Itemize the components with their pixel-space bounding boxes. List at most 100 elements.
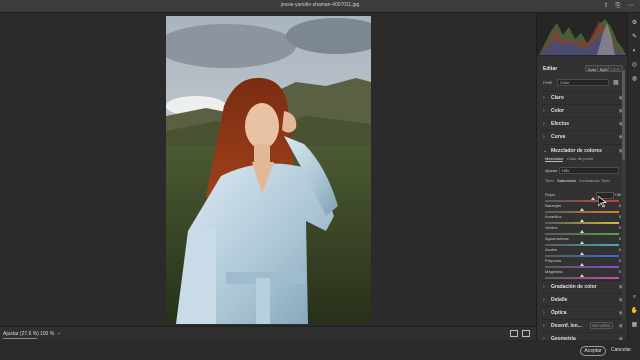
section-label: Óptica xyxy=(551,310,567,316)
zoom-fit-button[interactable]: Ajustar (27,6 %) xyxy=(3,331,39,337)
section-label: Curva xyxy=(551,134,566,140)
slider-value[interactable]: 0 xyxy=(619,214,621,219)
slider-label: Magentas xyxy=(545,269,563,274)
slider-thumb[interactable] xyxy=(580,274,584,277)
slider-track[interactable] xyxy=(545,222,619,224)
edit-title: Editar xyxy=(543,66,558,72)
section-0[interactable]: › Claro ◉ xyxy=(541,91,625,103)
tab-point-color[interactable]: Color de punto xyxy=(567,156,593,161)
photo-preview[interactable] xyxy=(166,16,371,324)
slider-track[interactable] xyxy=(545,200,619,202)
slider-track[interactable] xyxy=(545,233,619,235)
slider-track[interactable] xyxy=(545,277,619,279)
slider-label: Rojos xyxy=(545,192,556,197)
tab-mixer[interactable]: Mezclador xyxy=(545,156,564,162)
subtab-luminance[interactable]: Luminancia xyxy=(579,178,599,183)
chevron-right-icon[interactable]: › xyxy=(543,323,545,329)
share-icon[interactable]: ⇪ xyxy=(602,2,610,10)
grid-icon[interactable]: ▦ xyxy=(630,321,639,330)
slider-label: Naranjas xyxy=(545,203,562,208)
chevron-right-icon[interactable]: › xyxy=(543,95,545,101)
slider-value[interactable]: 0 xyxy=(619,269,621,274)
chevron-right-icon[interactable]: › xyxy=(543,297,545,303)
section-3[interactable]: › Curva ◉ xyxy=(541,130,625,142)
subtab-saturation[interactable]: Saturación xyxy=(557,178,576,183)
export-icon[interactable]: ⎘ xyxy=(614,2,622,10)
chevron-right-icon[interactable]: › xyxy=(543,134,545,140)
histogram xyxy=(537,13,628,56)
slider-value[interactable]: 0 xyxy=(619,258,621,263)
section-bottom-0[interactable]: › Gradación de color ◉ xyxy=(541,280,625,292)
section-bottom-2[interactable]: › Óptica ◉ xyxy=(541,306,625,318)
adjust-select[interactable]: HSL xyxy=(559,167,619,174)
lens-badge: EN VERS. xyxy=(590,322,613,329)
presets-icon[interactable]: ◍ xyxy=(630,75,639,84)
chevron-right-icon[interactable]: › xyxy=(543,284,545,290)
app-window: jessie-yanidie-shaman-4007011.jpg ⇪ ⎘ ⋯ xyxy=(0,0,640,360)
slider-thumb[interactable] xyxy=(580,252,584,255)
zoom-fit-underline xyxy=(3,338,37,339)
hand-icon[interactable]: ✋ xyxy=(630,307,639,316)
chevron-right-icon[interactable]: › xyxy=(543,121,545,127)
section-label: Claro xyxy=(551,95,564,101)
bottom-toolbar: Ajustar (27,6 %) 100 % ⌄ xyxy=(0,326,536,340)
slider-track[interactable] xyxy=(545,211,619,213)
section-label: Efectos xyxy=(551,121,570,127)
slider-label: Azules xyxy=(545,247,558,252)
slider-thumb[interactable] xyxy=(580,208,584,211)
slider-thumb[interactable] xyxy=(591,197,596,200)
profile-select[interactable]: Color xyxy=(557,79,609,86)
image-canvas[interactable] xyxy=(0,13,536,326)
section-bottom-1[interactable]: › Detalle ◉ xyxy=(541,293,625,305)
profile-label: Perfil xyxy=(543,80,553,85)
slider-thumb[interactable] xyxy=(580,230,584,233)
section-label: Gradación de color xyxy=(551,284,597,290)
footer-bar xyxy=(0,340,640,360)
section-label: Desenf. len... xyxy=(551,323,582,329)
subtab-hue[interactable]: Tono xyxy=(545,178,554,183)
edit-icon[interactable]: ⚙ xyxy=(630,19,639,28)
slider-track[interactable] xyxy=(545,255,619,257)
visibility-icon[interactable]: ◉ xyxy=(619,323,623,329)
slider-thumb[interactable] xyxy=(580,219,584,222)
cancel-button[interactable]: Cancelar xyxy=(610,346,632,356)
chevron-right-icon[interactable]: › xyxy=(543,310,545,316)
edit-panel: Editar Auto ByN HDR Perfil Color ▦ › Clar… xyxy=(536,13,628,342)
zoom-100-button[interactable]: 100 % xyxy=(40,331,54,337)
slider-track[interactable] xyxy=(545,266,619,268)
section-2[interactable]: › Efectos ◉ xyxy=(541,117,625,129)
slider-label: Aguamarinas xyxy=(545,236,569,241)
chevron-down-icon[interactable]: ⌄ xyxy=(543,148,547,154)
subtab-all[interactable]: Todo xyxy=(601,178,610,183)
zoom-dropdown-icon[interactable]: ⌄ xyxy=(57,330,61,336)
slider-value[interactable]: +30 xyxy=(614,192,621,197)
title-bar: jessie-yanidie-shaman-4007011.jpg ⇪ ⎘ ⋯ xyxy=(0,0,640,13)
accept-button[interactable]: Aceptar xyxy=(580,346,606,356)
slider-value[interactable]: 0 xyxy=(619,247,621,252)
slider-value[interactable]: 0 xyxy=(619,236,621,241)
mixer-title[interactable]: Mezclador de colores xyxy=(551,148,602,154)
heal-icon[interactable]: ✎ xyxy=(630,33,639,42)
section-bottom-3[interactable]: › Desenf. len... EN VERS. ◉ xyxy=(541,319,625,331)
section-label: Color xyxy=(551,108,565,114)
panel-scroll-thumb[interactable] xyxy=(622,70,625,160)
slider-label: Amarillos xyxy=(545,214,562,219)
chevron-right-icon[interactable]: › xyxy=(543,108,545,114)
before-after-icon[interactable] xyxy=(522,330,530,337)
slider-value[interactable]: 0 xyxy=(619,225,621,230)
slider-track[interactable] xyxy=(545,244,619,246)
mask-icon[interactable]: ◐ xyxy=(630,47,639,56)
section-label: Detalle xyxy=(551,297,568,303)
slider-label: Púrpuras xyxy=(545,258,562,263)
profile-browser-icon[interactable]: ▦ xyxy=(613,79,619,86)
hdr-button[interactable]: HDR xyxy=(608,65,623,72)
section-1[interactable]: › Color ◉ xyxy=(541,104,625,116)
slider-value[interactable]: 0 xyxy=(619,203,621,208)
slider-thumb[interactable] xyxy=(580,241,584,244)
compare-view-icon[interactable] xyxy=(510,330,518,337)
zoom-icon[interactable]: ⌕ xyxy=(630,293,639,302)
redeye-icon[interactable]: ◎ xyxy=(630,61,639,70)
more-icon[interactable]: ⋯ xyxy=(627,2,635,10)
window-title: jessie-yanidie-shaman-4007011.jpg xyxy=(280,2,360,8)
slider-thumb[interactable] xyxy=(580,263,584,266)
